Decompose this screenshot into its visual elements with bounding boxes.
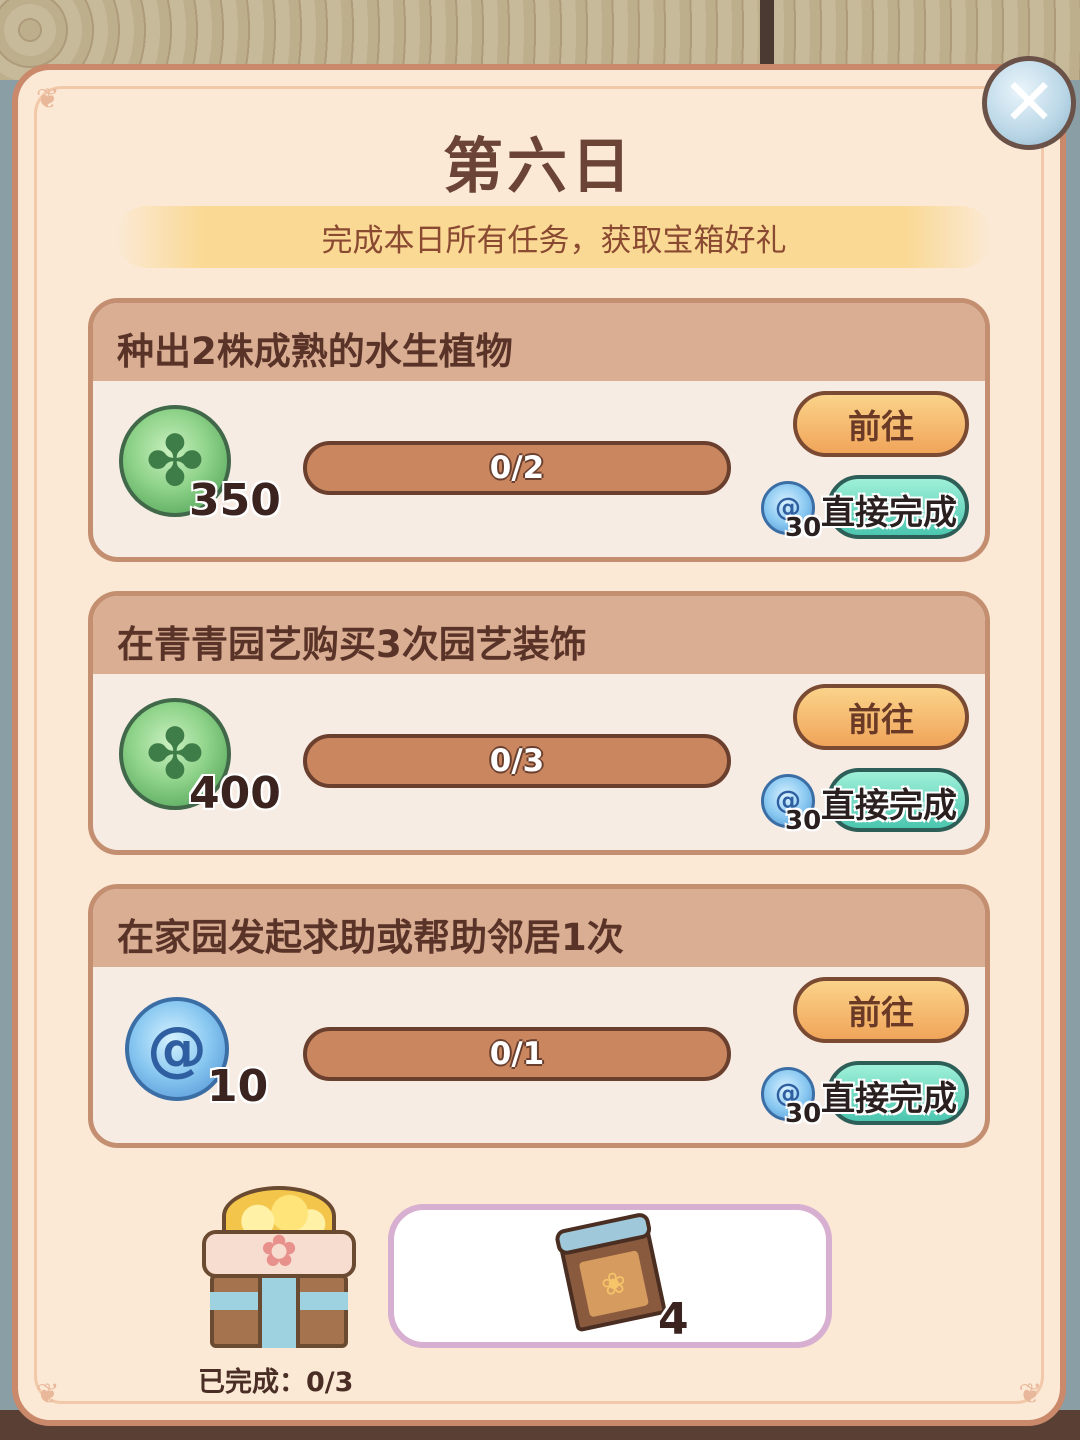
corner-ornament-icon: ❦: [36, 1377, 60, 1410]
task-card-3: 在家园发起求助或帮助邻居1次 @ 10 0/1 前往 @ 30 直接完成: [88, 884, 990, 1148]
scroll-item-icon[interactable]: ❀: [556, 1217, 668, 1333]
complete-cost: 30: [785, 1099, 822, 1129]
scroll-emblem-icon: ❀: [578, 1250, 650, 1318]
task-card-1: 种出2株成熟的水生植物 ✤ 350 0/2 前往 @ 30 直接完成: [88, 298, 990, 562]
complete-cost: 30: [785, 513, 822, 543]
corner-ornament-icon: ❦: [1018, 1377, 1042, 1410]
bow-icon: ✿: [260, 1226, 298, 1277]
subtitle-banner: 完成本日所有任务，获取宝箱好礼: [116, 206, 992, 268]
dialog-title: 第六日: [443, 132, 635, 202]
close-x-icon: ✕: [1002, 66, 1056, 140]
close-button[interactable]: ✕: [982, 56, 1076, 150]
dialog-subtitle: 完成本日所有任务，获取宝箱好礼: [321, 222, 787, 259]
task-card-2: 在青青园艺购买3次园艺装饰 ✤ 400 0/3 前往 @ 30 直接完成: [88, 591, 990, 855]
completed-count-label: 已完成：0/3: [198, 1367, 354, 1398]
corner-ornament-icon: ❦: [36, 82, 60, 115]
complete-now-label: 直接完成: [821, 786, 957, 826]
complete-cost: 30: [785, 806, 822, 836]
complete-now-button[interactable]: @ 30 直接完成: [93, 889, 985, 1143]
gift-chest-icon[interactable]: ✿: [200, 1186, 358, 1352]
complete-now-label: 直接完成: [821, 493, 957, 533]
background-pole: [760, 0, 774, 70]
chest-ribbon: [258, 1274, 300, 1348]
complete-now-label: 直接完成: [821, 1079, 957, 1119]
complete-now-button[interactable]: @ 30 直接完成: [93, 303, 985, 557]
reward-item-count: 4: [658, 1294, 689, 1345]
complete-now-button[interactable]: @ 30 直接完成: [93, 596, 985, 850]
